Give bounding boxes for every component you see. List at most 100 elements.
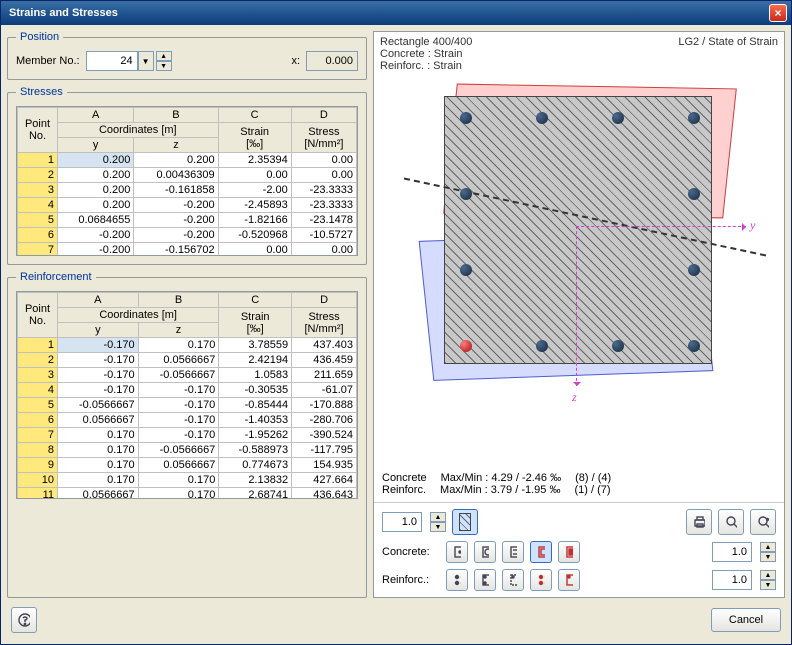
table-row[interactable]: 3-0.170-0.05666671.0583211.659 (18, 368, 357, 383)
square-dot-icon (453, 545, 461, 559)
table-row[interactable]: 2-0.1700.05666672.42194436.459 (18, 353, 357, 368)
rebar-dot (688, 112, 700, 124)
spin-down-icon[interactable]: ▼ (760, 552, 776, 562)
magnifier-cross-icon (757, 515, 769, 529)
table-row[interactable]: 110.05666670.1702.68741436.643 (18, 488, 357, 500)
reinforc-scale-input[interactable] (712, 570, 752, 590)
table-row[interactable]: 4-0.170-0.170-0.30535-61.07 (18, 383, 357, 398)
dialog-strains-stresses: Strains and Stresses × Position Member N… (0, 0, 792, 645)
x-label: x: (291, 55, 300, 67)
window-title: Strains and Stresses (9, 7, 118, 19)
spin-up-icon[interactable]: ▲ (760, 542, 776, 552)
rebar-dot (612, 340, 624, 352)
member-no-spin-down-icon[interactable]: ▼ (156, 61, 172, 71)
rebar-dot (460, 188, 472, 200)
table-row[interactable]: 90.1700.05666670.774673154.935 (18, 458, 357, 473)
square-red-outline-icon (537, 545, 545, 559)
print-button[interactable] (686, 509, 712, 535)
concrete-mode-3-button[interactable] (502, 541, 524, 563)
dots4-red-box-icon (565, 573, 573, 587)
table-row[interactable]: 50.0684655-0.200-1.82166-23.1478 (18, 213, 357, 228)
reinforcement-table[interactable]: PointNo. A B C D Coordinates [m] Strain[… (17, 292, 357, 499)
rebar-dot (688, 340, 700, 352)
table-row[interactable]: 7-0.200-0.1567020.000.00 (18, 243, 357, 257)
hatch-toggle-button[interactable] (452, 509, 478, 535)
hatch-icon (459, 513, 471, 531)
concrete-mode-2-button[interactable] (474, 541, 496, 563)
preview-panel: Rectangle 400/400 Concrete : Strain Rein… (373, 31, 785, 598)
zoom-button[interactable] (718, 509, 744, 535)
preview-canvas[interactable]: y z (380, 76, 778, 470)
reinforc-mode-1-button[interactable] (446, 569, 468, 591)
rebar-dot (688, 264, 700, 276)
cancel-button[interactable]: Cancel (711, 608, 781, 632)
question-icon (18, 613, 30, 627)
member-no-dropdown-icon[interactable]: ▼ (138, 51, 154, 71)
titlebar[interactable]: Strains and Stresses × (1, 1, 791, 25)
reinforc-ctrl-label: Reinforc.: (382, 574, 440, 586)
rebar-dot (460, 264, 472, 276)
axis-z (576, 226, 577, 386)
axis-z-label: z (572, 390, 577, 405)
spin-up-icon[interactable]: ▲ (430, 512, 446, 522)
col-point-no: PointNo. (18, 108, 58, 153)
stresses-table[interactable]: PointNo. A B C D Coordinates [m] Strain[… (17, 107, 357, 256)
magnifier-icon (725, 515, 737, 529)
concrete-scale-input[interactable] (712, 542, 752, 562)
rebar-dot (688, 188, 700, 200)
stresses-group: Stresses PointNo. A B C D (7, 86, 367, 265)
table-row[interactable]: 6-0.200-0.200-0.520968-10.5727 (18, 228, 357, 243)
reinforc-mode-2-button[interactable] (474, 569, 496, 591)
position-group: Position Member No.: ▼ ▲ ▼ x: (7, 31, 367, 80)
member-no-spin-up-icon[interactable]: ▲ (156, 51, 172, 61)
help-button[interactable] (11, 607, 37, 633)
table-row[interactable]: 40.200-0.200-2.45893-23.3333 (18, 198, 357, 213)
table-row[interactable]: 5-0.0566667-0.170-0.85444-170.888 (18, 398, 357, 413)
position-legend: Position (16, 31, 63, 43)
table-row[interactable]: 60.0566667-0.170-1.40353-280.706 (18, 413, 357, 428)
rebar-dot (460, 112, 472, 124)
rebar-dot-selected (460, 340, 472, 352)
member-no-label: Member No.: (16, 55, 80, 67)
reinforc-mode-3-button[interactable] (502, 569, 524, 591)
member-no-input[interactable] (86, 51, 138, 71)
cross-section-icon (444, 96, 712, 364)
table-row[interactable]: 10.2000.2002.353940.00 (18, 153, 357, 168)
concrete-mode-4-button[interactable] (530, 541, 552, 563)
table-row[interactable]: 1-0.1700.1703.78559437.403 (18, 338, 357, 353)
rebar-dot (536, 112, 548, 124)
rebar-dot (536, 340, 548, 352)
dots4-icon (453, 573, 461, 587)
x-input (306, 51, 358, 71)
preview-line1: Concrete : Strain (380, 48, 472, 60)
concrete-ctrl-label: Concrete: (382, 546, 440, 558)
global-scale-input[interactable] (382, 512, 422, 532)
square-red-fill-icon (565, 545, 573, 559)
maxmin-info: Concrete Max/Min : 4.29 / -2.46 ‰ (8) / … (374, 470, 784, 502)
dots4-red-icon (537, 573, 545, 587)
reinforcement-group: Reinforcement PointNo. A B C D (7, 271, 367, 598)
axis-y-label: y (750, 218, 755, 233)
concrete-mode-5-button[interactable] (558, 541, 580, 563)
spin-down-icon[interactable]: ▼ (760, 580, 776, 590)
table-row[interactable]: 100.1700.1702.13832427.664 (18, 473, 357, 488)
close-icon[interactable]: × (769, 4, 787, 22)
spin-down-icon[interactable]: ▼ (430, 522, 446, 532)
table-row[interactable]: 30.200-0.161858-2.00-23.3333 (18, 183, 357, 198)
preview-line2: Reinforc. : Strain (380, 60, 472, 72)
dots4-box-icon (481, 573, 489, 587)
zoom-reset-button[interactable] (750, 509, 776, 535)
square-lines-icon (509, 545, 517, 559)
stresses-legend: Stresses (16, 86, 67, 98)
spin-up-icon[interactable]: ▲ (760, 570, 776, 580)
dots4-dash-icon (509, 573, 517, 587)
reinforc-mode-5-button[interactable] (558, 569, 580, 591)
reinforc-mode-4-button[interactable] (530, 569, 552, 591)
table-row[interactable]: 20.2000.004363090.000.00 (18, 168, 357, 183)
axis-y (576, 226, 746, 227)
table-row[interactable]: 80.170-0.0566667-0.588973-117.795 (18, 443, 357, 458)
printer-icon (693, 515, 705, 529)
square-ring-icon (481, 545, 489, 559)
concrete-mode-1-button[interactable] (446, 541, 468, 563)
table-row[interactable]: 70.170-0.170-1.95262-390.524 (18, 428, 357, 443)
